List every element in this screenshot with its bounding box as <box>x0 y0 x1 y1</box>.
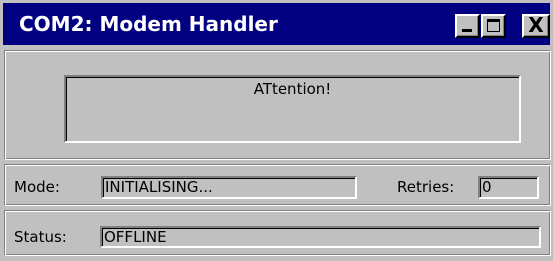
title-bar[interactable]: COM2: Modem Handler X <box>3 3 550 45</box>
modem-handler-window: COM2: Modem Handler X ATtention! Mode: I… <box>0 0 553 261</box>
mode-field: INITIALISING... <box>101 176 357 199</box>
maximize-icon <box>487 19 500 32</box>
close-button[interactable]: X <box>522 13 550 38</box>
mode-label: Mode: <box>14 178 60 196</box>
minimize-icon <box>462 29 472 32</box>
message-text: ATtention! <box>253 80 332 98</box>
maximize-button[interactable] <box>481 14 506 38</box>
retries-field: 0 <box>478 176 539 199</box>
status-field: OFFLINE <box>100 226 541 248</box>
window-title: COM2: Modem Handler <box>19 12 278 36</box>
message-box: ATtention! <box>64 75 521 143</box>
status-label: Status: <box>14 228 67 246</box>
minimize-button[interactable] <box>455 14 480 38</box>
close-icon: X <box>528 13 544 37</box>
retries-label: Retries: <box>397 178 455 196</box>
